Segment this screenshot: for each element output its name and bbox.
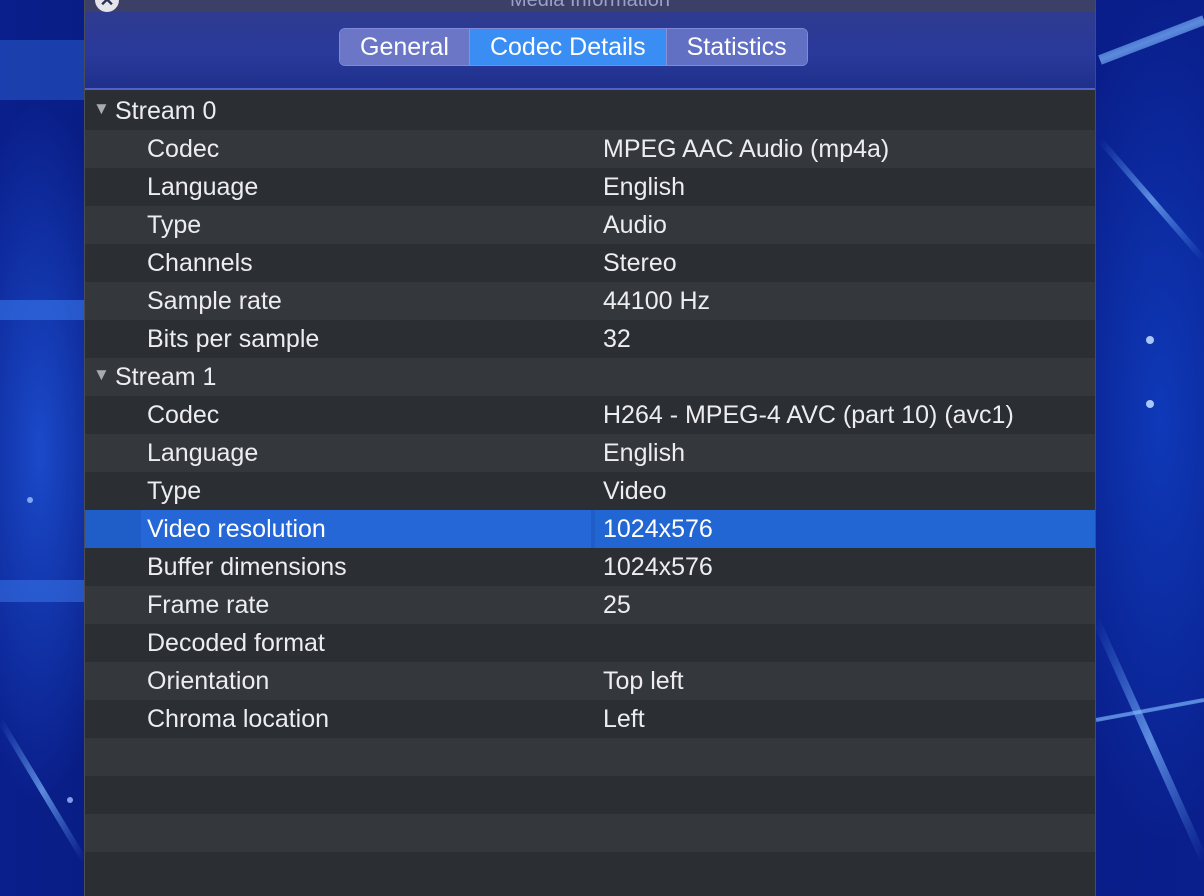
property-value: English — [603, 173, 685, 201]
empty-row — [85, 776, 1095, 814]
media-information-window: ✕ Media Information General Codec Detail… — [84, 0, 1096, 896]
property-value: Stereo — [603, 249, 677, 277]
disclosure-triangle-down-icon[interactable]: ▼ — [93, 358, 110, 396]
property-row[interactable]: Orientation Top left — [85, 662, 1095, 700]
empty-row — [85, 814, 1095, 852]
property-key: Channels — [147, 249, 253, 277]
property-key: Type — [147, 211, 202, 239]
disclosure-triangle-down-icon[interactable]: ▼ — [93, 92, 110, 130]
property-key: Language — [147, 439, 259, 467]
property-key: Language — [147, 173, 259, 201]
stream-label: Stream 0 — [115, 97, 217, 125]
property-key: Video resolution — [147, 515, 326, 543]
property-row[interactable]: Chroma location Left — [85, 700, 1095, 738]
property-key: Decoded format — [147, 629, 325, 657]
window-title: Media Information — [509, 0, 671, 11]
tab-general[interactable]: General — [340, 29, 469, 65]
property-row[interactable]: Decoded format — [85, 624, 1095, 662]
property-value: 1024x576 — [603, 553, 713, 581]
property-value: English — [603, 439, 685, 467]
property-row[interactable]: Type Audio — [85, 206, 1095, 244]
property-key: Buffer dimensions — [147, 553, 347, 581]
property-key: Frame rate — [147, 591, 270, 619]
tab-segmented-control: General Codec Details Statistics — [339, 28, 808, 66]
property-key: Codec — [147, 135, 220, 163]
stream-row-1[interactable]: ▼ Stream 1 — [85, 358, 1095, 396]
empty-row — [85, 852, 1095, 890]
property-value: 32 — [603, 325, 631, 353]
property-key: Orientation — [147, 667, 270, 695]
property-row-selected[interactable]: Video resolution 1024x576 — [85, 510, 1095, 548]
tab-codec-details[interactable]: Codec Details — [468, 29, 666, 65]
property-value: Top left — [603, 667, 684, 695]
tab-statistics[interactable]: Statistics — [665, 29, 807, 65]
property-key: Type — [147, 477, 202, 505]
property-value: MPEG AAC Audio (mp4a) — [603, 135, 890, 163]
property-row[interactable]: Codec H264 - MPEG-4 AVC (part 10) (avc1) — [85, 396, 1095, 434]
property-row[interactable]: Frame rate 25 — [85, 586, 1095, 624]
property-key: Bits per sample — [147, 325, 320, 353]
property-row[interactable]: Sample rate 44100 Hz — [85, 282, 1095, 320]
property-value: H264 - MPEG-4 AVC (part 10) (avc1) — [603, 401, 1014, 429]
stream-row-0[interactable]: ▼ Stream 0 — [85, 92, 1095, 130]
title-bar: ✕ Media Information — [85, 0, 1095, 12]
property-row[interactable]: Bits per sample 32 — [85, 320, 1095, 358]
property-value: Audio — [603, 211, 667, 239]
property-value: Video — [603, 477, 667, 505]
property-value: 44100 Hz — [603, 287, 711, 315]
property-value: 1024x576 — [603, 515, 713, 543]
property-key: Chroma location — [147, 705, 330, 733]
property-row[interactable]: Language English — [85, 434, 1095, 472]
tab-bar: General Codec Details Statistics — [85, 12, 1095, 90]
property-row[interactable]: Buffer dimensions 1024x576 — [85, 548, 1095, 586]
property-row[interactable]: Language English — [85, 168, 1095, 206]
property-key: Codec — [147, 401, 220, 429]
property-row[interactable]: Channels Stereo — [85, 244, 1095, 282]
codec-details-outline: ▼ Stream 0 Codec MPEG AAC Audio (mp4a) L… — [85, 92, 1095, 890]
property-value: 25 — [603, 591, 631, 619]
property-key: Sample rate — [147, 287, 282, 315]
property-row[interactable]: Codec MPEG AAC Audio (mp4a) — [85, 130, 1095, 168]
property-row[interactable]: Type Video — [85, 472, 1095, 510]
stream-label: Stream 1 — [115, 363, 217, 391]
empty-row — [85, 738, 1095, 776]
property-value: Left — [603, 705, 645, 733]
